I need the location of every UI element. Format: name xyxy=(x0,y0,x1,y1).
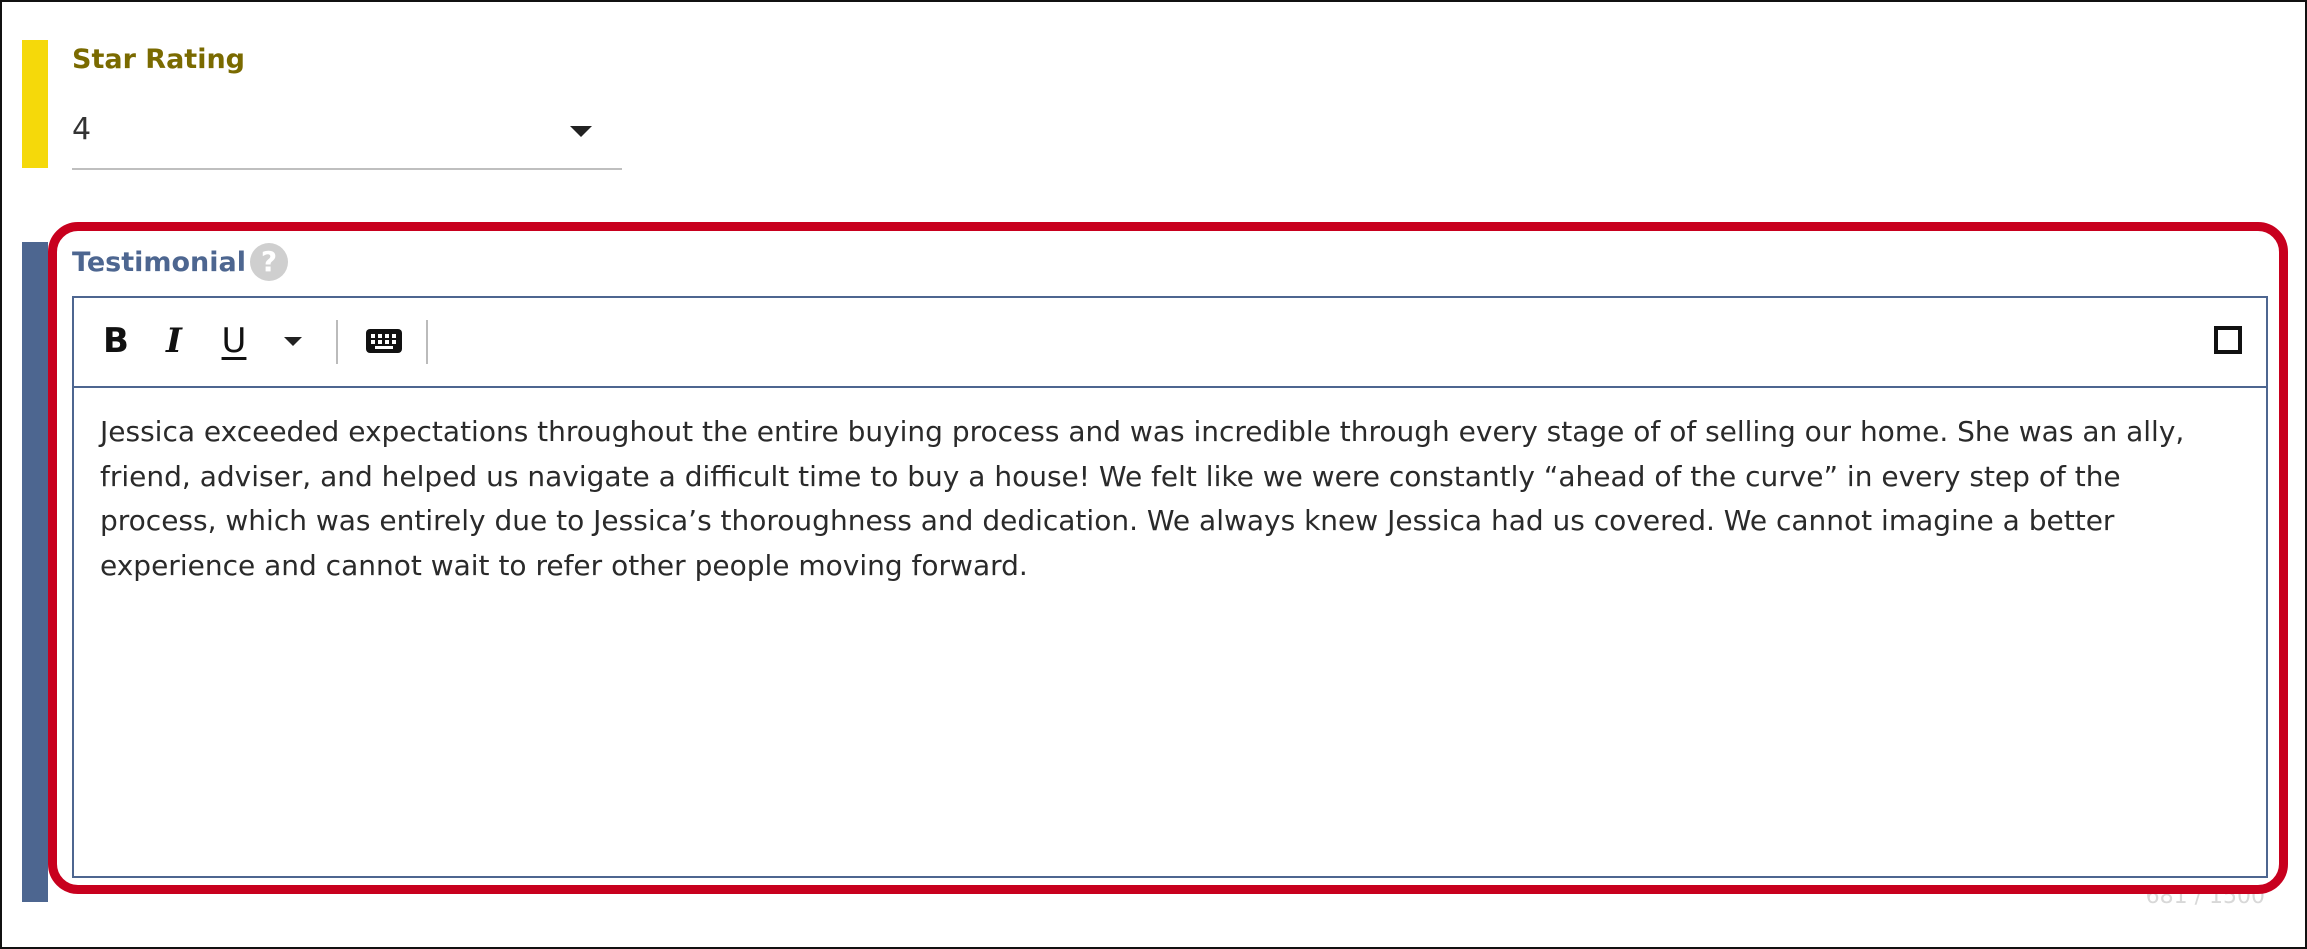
character-count: 681 / 1500 xyxy=(2145,884,2265,909)
editor-toolbar: B I U xyxy=(74,298,2266,388)
toolbar-divider xyxy=(426,320,428,364)
toolbar-divider xyxy=(336,320,338,364)
star-rating-value: 4 xyxy=(72,112,92,147)
help-icon[interactable]: ? xyxy=(250,243,288,281)
keyboard-button[interactable] xyxy=(356,316,412,366)
star-rating-label: Star Rating xyxy=(72,44,246,75)
keyboard-icon xyxy=(366,329,402,353)
form-panel: Star Rating 4 Testimonial ? B I U Jessic… xyxy=(0,0,2307,949)
testimonial-label: Testimonial xyxy=(72,247,247,278)
bold-icon[interactable]: B xyxy=(96,316,136,366)
chevron-down-icon xyxy=(570,126,592,137)
fullscreen-icon[interactable] xyxy=(2214,326,2242,354)
testimonial-editor: B I U Jessica exceeded expectations thro… xyxy=(72,296,2268,878)
more-options-button[interactable] xyxy=(274,316,310,366)
star-rating-accent-bar xyxy=(22,40,48,168)
testimonial-text-area[interactable]: Jessica exceeded expectations throughout… xyxy=(100,410,2230,588)
italic-icon[interactable]: I xyxy=(154,316,194,366)
star-rating-select[interactable]: 4 xyxy=(72,106,622,170)
testimonial-accent-bar xyxy=(22,242,48,902)
underline-icon[interactable]: U xyxy=(214,316,254,366)
more-options-icon xyxy=(284,337,302,346)
